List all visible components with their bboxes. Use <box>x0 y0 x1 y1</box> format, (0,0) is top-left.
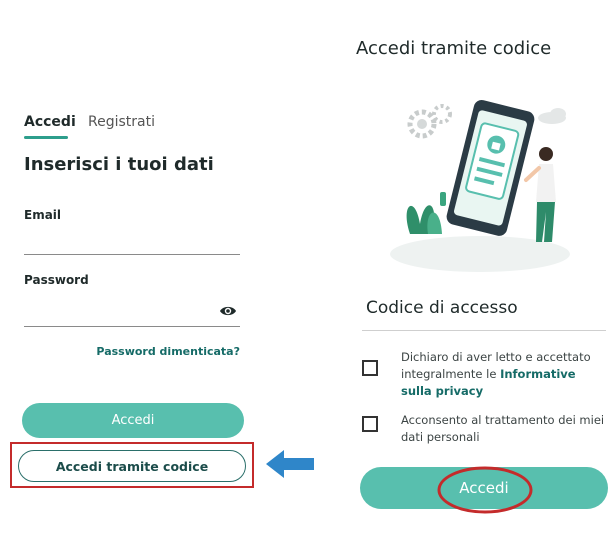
tab-registrati[interactable]: Registrati <box>88 114 155 130</box>
code-login-button[interactable]: Accedi <box>360 467 608 509</box>
password-field[interactable] <box>24 326 240 327</box>
phone-illustration <box>390 100 570 272</box>
eye-icon[interactable] <box>219 305 237 317</box>
active-tab-indicator <box>24 136 68 139</box>
privacy-checkbox[interactable] <box>362 360 378 376</box>
password-label: Password <box>24 273 89 287</box>
privacy-consent-text: Dichiaro di aver letto e accettato integ… <box>401 349 607 400</box>
page-title: Accedi tramite codice <box>356 38 552 59</box>
screenshot-canvas: Accedi Registrati Inserisci i tuoi dati … <box>0 0 610 556</box>
login-with-code-button[interactable]: Accedi tramite codice <box>18 450 246 482</box>
tab-accedi[interactable]: Accedi <box>24 114 76 130</box>
arrow-left-icon <box>266 450 314 478</box>
section-title: Inserisci i tuoi dati <box>24 154 214 175</box>
code-section-title: Codice di accesso <box>366 298 518 318</box>
email-field[interactable] <box>24 254 240 255</box>
data-processing-consent-text: Acconsento al trattamento dei miei dati … <box>401 413 605 444</box>
forgot-password-link[interactable]: Password dimenticata? <box>90 345 240 358</box>
data-processing-checkbox[interactable] <box>362 416 378 432</box>
login-button[interactable]: Accedi <box>22 403 244 438</box>
email-label: Email <box>24 208 62 222</box>
code-divider <box>362 330 606 331</box>
